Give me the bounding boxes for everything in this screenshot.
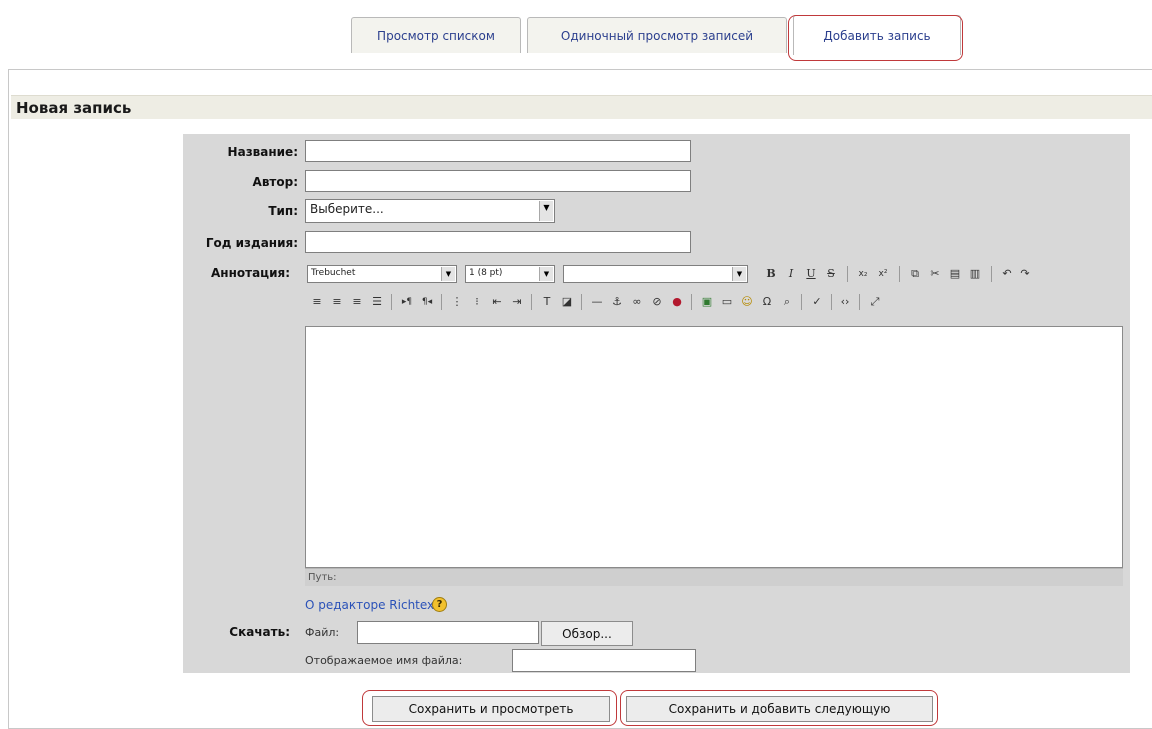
paste-word-icon[interactable]: ▥ [967,266,983,282]
tab-highlight [788,15,963,61]
fullscreen-icon[interactable]: ⤢ [867,294,883,310]
toolbar-separator [831,294,832,310]
nolink-icon[interactable]: ● [669,294,685,310]
paste-icon[interactable]: ▤ [947,266,963,282]
toolbar-separator [531,294,532,310]
link-icon[interactable]: ∞ [629,294,645,310]
toolbar-separator [581,294,582,310]
anchor-icon[interactable]: ⚓ [609,294,625,310]
spellcheck-icon[interactable]: ✓ [809,294,825,310]
toolbar-separator [801,294,802,310]
section-title: Новая запись [16,99,132,117]
display-name-label: Отображаемое имя файла: [305,654,463,667]
title-label: Название: [227,145,298,159]
special-char-icon[interactable]: Ω [759,294,775,310]
superscript-icon[interactable]: x² [875,266,891,282]
year-input[interactable] [305,231,691,253]
title-input[interactable] [305,140,691,162]
underline-icon[interactable]: U [803,266,819,282]
editor-toolbar-top: Trebuchet ▼ 1 (8 pt) ▼ ▼ B I U S x₂ x² ⧉… [305,262,1123,288]
display-name-input[interactable] [512,649,696,672]
text-color-icon[interactable]: T [539,294,555,310]
outdent-icon[interactable]: ⇤ [489,294,505,310]
about-editor-link[interactable]: О редакторе Richtext [305,598,439,612]
toolbar-separator [991,266,992,282]
chevron-down-icon[interactable]: ▼ [539,201,553,221]
smiley-icon[interactable]: ☺ [739,294,755,310]
unordered-list-icon[interactable]: ⁝ [469,294,485,310]
save-next-highlight [620,690,938,726]
strikethrough-icon[interactable]: S [823,266,839,282]
chevron-down-icon[interactable]: ▼ [441,267,455,281]
file-input[interactable] [357,621,539,644]
html-source-icon[interactable]: ‹› [837,294,853,310]
save-view-highlight [362,690,617,726]
toolbar-separator [391,294,392,310]
subscript-icon[interactable]: x₂ [855,266,871,282]
font-select-value: Trebuchet [311,268,356,278]
align-justify-icon[interactable]: ☰ [369,294,385,310]
image-icon[interactable]: ▣ [699,294,715,310]
tab-single-view[interactable]: Одиночный просмотр записей [527,17,787,53]
format-select[interactable]: ▼ [563,265,748,283]
size-select[interactable]: 1 (8 pt) ▼ [465,265,555,283]
unlink-icon[interactable]: ⊘ [649,294,665,310]
help-icon[interactable]: ? [432,597,447,612]
size-select-value: 1 (8 pt) [469,268,503,278]
search-replace-icon[interactable]: ⌕ [779,294,795,310]
toolbar-separator [691,294,692,310]
annotation-label: Аннотация: [211,266,290,280]
toolbar-separator [859,294,860,310]
chevron-down-icon[interactable]: ▼ [732,267,746,281]
align-right-icon[interactable]: ≡ [349,294,365,310]
type-label: Тип: [268,204,298,218]
year-label: Год издания: [205,236,298,250]
file-label: Файл: [305,626,340,639]
toolbar-separator [847,266,848,282]
editor-path-bar: Путь: [305,568,1123,586]
bold-icon[interactable]: B [763,266,779,282]
download-label: Скачать: [229,625,290,639]
type-select[interactable]: Выберите... ▼ [305,199,555,223]
editor-content-area[interactable] [305,326,1123,568]
tab-list-view[interactable]: Просмотр списком [351,17,521,53]
toolbar-separator [899,266,900,282]
align-center-icon[interactable]: ≡ [329,294,345,310]
editor-toolbar-bottom: ≡ ≡ ≡ ☰ ▸¶ ¶◂ ⋮ ⁝ ⇤ ⇥ T ◪ — ⚓ ∞ ⊘ ● ▣ ▭ … [305,290,1123,316]
horizontal-rule-icon[interactable]: — [589,294,605,310]
align-left-icon[interactable]: ≡ [309,294,325,310]
redo-icon[interactable]: ↷ [1017,266,1033,282]
background-color-icon[interactable]: ◪ [559,294,575,310]
section-header [11,95,1152,119]
indent-icon[interactable]: ⇥ [509,294,525,310]
cut-icon[interactable]: ✂ [927,266,943,282]
type-select-value: Выберите... [310,202,384,216]
richtext-editor: Trebuchet ▼ 1 (8 pt) ▼ ▼ B I U S x₂ x² ⧉… [305,262,1123,596]
table-icon[interactable]: ▭ [719,294,735,310]
font-select[interactable]: Trebuchet ▼ [307,265,457,283]
italic-icon[interactable]: I [783,266,799,282]
author-input[interactable] [305,170,691,192]
ordered-list-icon[interactable]: ⋮ [449,294,465,310]
rtl-icon[interactable]: ¶◂ [419,294,435,310]
ltr-icon[interactable]: ▸¶ [399,294,415,310]
undo-icon[interactable]: ↶ [999,266,1015,282]
chevron-down-icon[interactable]: ▼ [539,267,553,281]
author-label: Автор: [252,175,298,189]
copy-icon[interactable]: ⧉ [907,266,923,282]
browse-button[interactable]: Обзор... [541,621,633,646]
toolbar-separator [441,294,442,310]
